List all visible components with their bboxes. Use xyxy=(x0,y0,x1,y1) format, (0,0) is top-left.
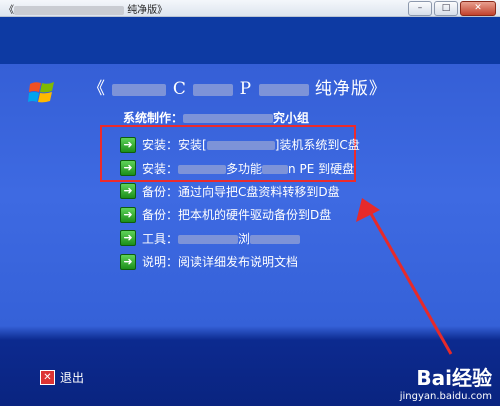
arrow-right-icon: ➜ xyxy=(120,183,136,200)
arrow-right-icon: ➜ xyxy=(120,253,136,270)
exit-icon: ✕ xyxy=(40,370,55,385)
main-panel-edge xyxy=(0,326,500,340)
menu-item-tools[interactable]: ➜ 工具：浏 xyxy=(120,227,360,250)
redacted-text xyxy=(14,5,124,15)
baidu-watermark: Bai经验 jingyan.baidu.com xyxy=(399,366,492,402)
arrow-right-icon: ➜ xyxy=(120,230,136,247)
menu-item-backup-data[interactable]: ➜ 备份：通过向导把C盘资料转移到D盘 xyxy=(120,180,360,203)
window-titlebar: 《 纯净版》 – □ ✕ xyxy=(0,0,500,17)
menu-item-backup-drivers[interactable]: ➜ 备份：把本机的硬件驱动备份到D盘 xyxy=(120,203,360,226)
arrow-right-icon: ➜ xyxy=(120,206,136,223)
menu-item-install-system[interactable]: ➜ 安装：安装[]装机系统到C盘 xyxy=(120,133,360,156)
menu-item-readme[interactable]: ➜ 说明：阅读详细发布说明文档 xyxy=(120,250,360,273)
windows-logo-icon xyxy=(28,82,54,103)
menu-item-install-pe[interactable]: ➜ 安装： 多功能 n PE 到硬盘 xyxy=(120,156,360,179)
minimize-button[interactable]: – xyxy=(408,1,432,16)
producer-line: 系统制作： 究小组 xyxy=(123,111,310,125)
window-title: 《 纯净版》 xyxy=(4,5,168,16)
menu-list: ➜ 安装：安装[]装机系统到C盘 ➜ 安装： 多功能 n PE 到硬盘 ➜ 备份：通… xyxy=(120,133,360,273)
close-button[interactable]: ✕ xyxy=(460,1,496,16)
arrow-right-icon: ➜ xyxy=(120,136,136,153)
maximize-button[interactable]: □ xyxy=(434,1,458,16)
arrow-right-icon: ➜ xyxy=(120,160,136,177)
app-heading: 《 C P 纯净版》 xyxy=(88,79,387,99)
header-band xyxy=(0,17,500,64)
exit-button[interactable]: ✕ 退出 xyxy=(40,369,84,386)
window-controls: – □ ✕ xyxy=(408,1,496,16)
